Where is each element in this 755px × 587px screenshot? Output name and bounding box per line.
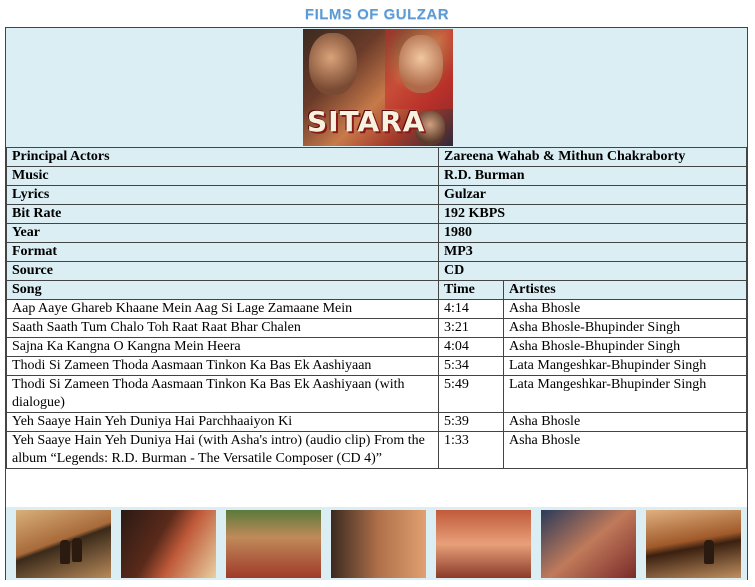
info-value: R.D. Burman: [438, 166, 747, 186]
info-label: Bit Rate: [6, 204, 439, 224]
song-row: Aap Aaye Ghareb Khaane Mein Aag Si Lage …: [6, 299, 747, 319]
song-time: 5:34: [438, 356, 504, 376]
song-title: Saath Saath Tum Chalo Toh Raat Raat Bhar…: [6, 318, 439, 338]
film-card: SITARA Principal Actors Zareena Wahab & …: [5, 27, 748, 580]
song-row: Yeh Saaye Hain Yeh Duniya Hai Parchhaaiy…: [6, 412, 747, 432]
song-artistes: Asha Bhosle: [503, 412, 747, 432]
column-header-artistes: Artistes: [503, 280, 747, 300]
song-row: Thodi Si Zameen Thoda Aasmaan Tinkon Ka …: [6, 375, 747, 413]
film-info-table: Principal Actors Zareena Wahab & Mithun …: [6, 147, 747, 469]
column-header-time: Time: [438, 280, 504, 300]
info-label: Year: [6, 223, 439, 243]
song-artistes: Asha Bhosle: [503, 299, 747, 319]
film-poster: SITARA: [303, 29, 453, 146]
info-row: Year 1980: [6, 223, 747, 243]
poster-area: SITARA: [6, 28, 747, 148]
songs-header-row: Song Time Artistes: [6, 280, 747, 300]
spacer-row: [6, 489, 747, 508]
banner-title: FILMS OF GULZAR: [304, 6, 450, 23]
info-value: 1980: [438, 223, 747, 243]
poster-actress-face: [399, 35, 443, 93]
song-time: 5:39: [438, 412, 504, 432]
film-still: [121, 510, 216, 578]
song-time: 3:21: [438, 318, 504, 338]
info-label: Lyrics: [6, 185, 439, 205]
info-value: Gulzar: [438, 185, 747, 205]
song-artistes: Asha Bhosle: [503, 431, 747, 469]
film-still: [226, 510, 321, 578]
info-row: Music R.D. Burman: [6, 166, 747, 186]
info-value: MP3: [438, 242, 747, 262]
film-still: [436, 510, 531, 578]
info-label: Source: [6, 261, 439, 281]
info-label: Principal Actors: [6, 147, 439, 167]
song-row: Yeh Saaye Hain Yeh Duniya Hai (with Asha…: [6, 431, 747, 469]
song-time: 4:14: [438, 299, 504, 319]
info-row: Lyrics Gulzar: [6, 185, 747, 205]
info-row: Bit Rate 192 KBPS: [6, 204, 747, 224]
song-time: 4:04: [438, 337, 504, 357]
song-title: Yeh Saaye Hain Yeh Duniya Hai Parchhaaiy…: [6, 412, 439, 432]
film-still: [16, 510, 111, 578]
poster-actor-face: [309, 33, 357, 95]
info-row: Principal Actors Zareena Wahab & Mithun …: [6, 147, 747, 167]
song-time: 1:33: [438, 431, 504, 469]
info-value: CD: [438, 261, 747, 281]
song-row: Sajna Ka Kangna O Kangna Mein Heera 4:04…: [6, 337, 747, 357]
song-artistes: Asha Bhosle-Bhupinder Singh: [503, 337, 747, 357]
info-label: Music: [6, 166, 439, 186]
poster-title: SITARA: [307, 105, 426, 138]
info-value: 192 KBPS: [438, 204, 747, 224]
song-artistes: Asha Bhosle-Bhupinder Singh: [503, 318, 747, 338]
film-still: [646, 510, 741, 578]
song-title: Aap Aaye Ghareb Khaane Mein Aag Si Lage …: [6, 299, 439, 319]
column-header-song: Song: [6, 280, 439, 300]
song-title: Thodi Si Zameen Thoda Aasmaan Tinkon Ka …: [6, 356, 439, 376]
song-title: Sajna Ka Kangna O Kangna Mein Heera: [6, 337, 439, 357]
song-time: 5:49: [438, 375, 504, 413]
song-artistes: Lata Mangeshkar-Bhupinder Singh: [503, 356, 747, 376]
song-title: Yeh Saaye Hain Yeh Duniya Hai (with Asha…: [6, 431, 439, 469]
info-value: Zareena Wahab & Mithun Chakraborty: [438, 147, 747, 167]
song-row: Thodi Si Zameen Thoda Aasmaan Tinkon Ka …: [6, 356, 747, 376]
film-stills-strip: [6, 507, 747, 580]
film-still: [541, 510, 636, 578]
info-label: Format: [6, 242, 439, 262]
song-row: Saath Saath Tum Chalo Toh Raat Raat Bhar…: [6, 318, 747, 338]
film-still: [331, 510, 426, 578]
info-row: Format MP3: [6, 242, 747, 262]
info-row: Source CD: [6, 261, 747, 281]
song-title: Thodi Si Zameen Thoda Aasmaan Tinkon Ka …: [6, 375, 439, 413]
song-artistes: Lata Mangeshkar-Bhupinder Singh: [503, 375, 747, 413]
